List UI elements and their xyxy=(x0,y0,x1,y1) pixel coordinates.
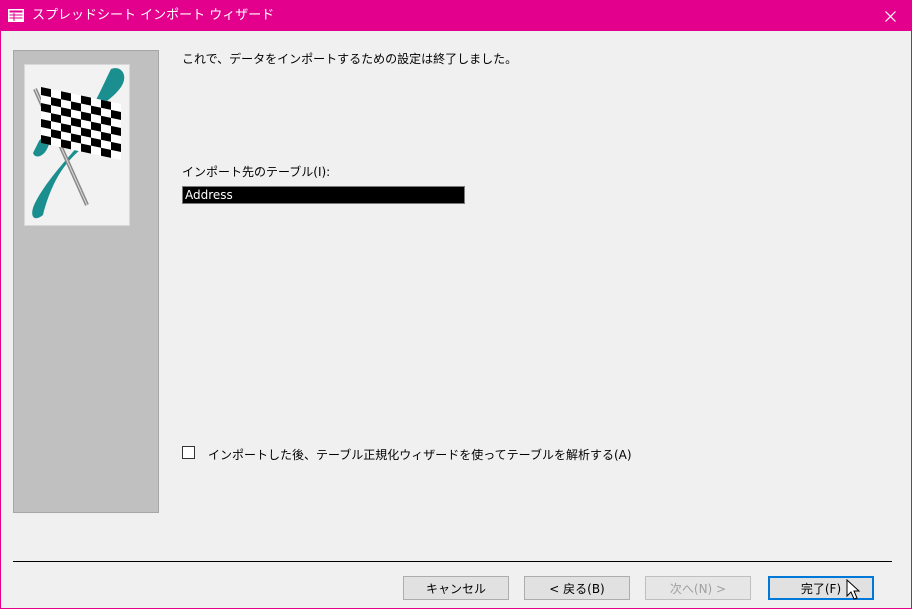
finish-message: これで、データをインポートするための設定は終了しました。 xyxy=(182,52,518,66)
table-name-label: インポート先のテーブル(I): xyxy=(182,165,331,179)
analyze-table-checkbox-label[interactable]: インポートした後、テーブル正規化ウィザードを使ってテーブルを解析する(A) xyxy=(208,448,632,462)
title-bar[interactable]: スプレッドシート インポート ウィザード xyxy=(1,1,911,31)
import-wizard-window: スプレッドシート インポート ウィザード これで、データをインポートするための設… xyxy=(0,0,912,609)
close-icon xyxy=(884,10,896,22)
footer-divider xyxy=(13,561,892,562)
next-button[interactable]: 次へ(N) > xyxy=(645,576,751,600)
finish-button[interactable]: 完了(F) xyxy=(768,576,874,600)
table-name-input[interactable] xyxy=(182,186,465,204)
back-button[interactable]: < 戻る(B) xyxy=(524,576,630,600)
window-title: スプレッドシート インポート ウィザード xyxy=(32,8,275,23)
cancel-button[interactable]: キャンセル xyxy=(403,576,509,600)
close-button[interactable] xyxy=(869,1,911,31)
side-panel xyxy=(13,50,159,513)
checkered-flag-icon xyxy=(24,64,130,226)
table-icon xyxy=(8,9,24,22)
analyze-table-checkbox[interactable] xyxy=(182,446,195,459)
